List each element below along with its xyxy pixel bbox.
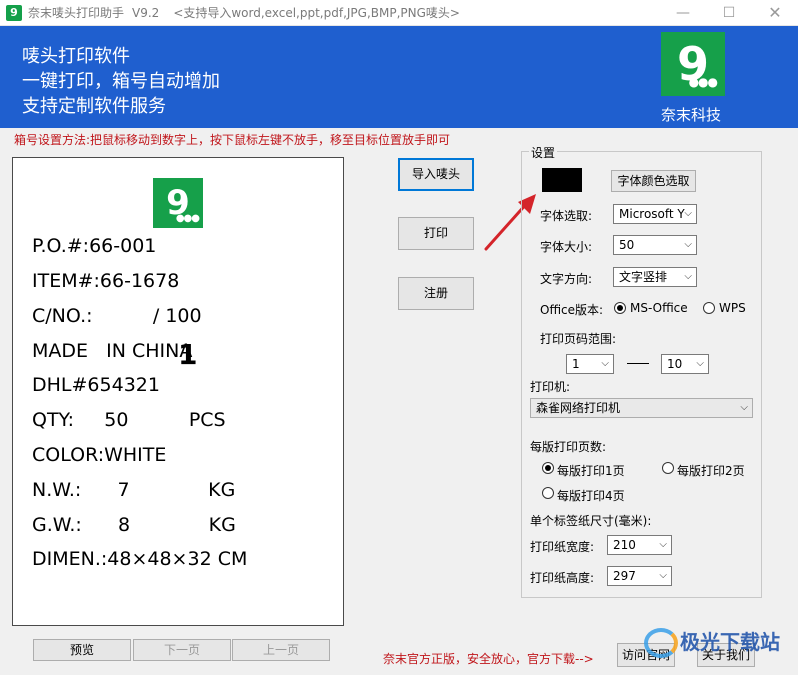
label-line-qty: QTY: 50 PCS — [32, 409, 226, 431]
maximize-button[interactable]: ☐ — [706, 0, 752, 26]
per-sheet-4-label[interactable]: 每版打印4页 — [557, 487, 625, 504]
page-range-from-value: 1 — [572, 357, 580, 371]
app-title: 奈末唛头打印助手 — [28, 6, 125, 20]
watermark-logo-icon — [644, 628, 678, 658]
label-line-cno: C/NO.: / 100 — [32, 305, 202, 327]
page-range-to-select[interactable]: 10 ⌵ — [661, 354, 709, 374]
brand-logo-icon: 9 ●●● — [661, 32, 725, 96]
brand-name: 奈末科技 — [661, 106, 722, 124]
label-line-made-in: MADE IN CHINA — [32, 340, 193, 362]
label-line-gw: G.W.: 8 KG — [32, 514, 236, 536]
size-label: 字体大小: — [540, 240, 593, 254]
watermark: 极光下载站 — [640, 622, 798, 675]
font-color-swatch — [542, 168, 582, 192]
office-label: Office版本: — [540, 303, 604, 317]
direction-label: 文字方向: — [540, 272, 593, 286]
chevron-down-icon: ⌵ — [659, 570, 667, 581]
label-line-po: P.O.#:66-001 — [32, 235, 157, 257]
paper-width-label: 打印纸宽度: — [530, 540, 595, 554]
app-version: V9.2 — [132, 6, 160, 20]
paper-width-value: 210 — [613, 538, 636, 552]
close-button[interactable]: ✕ — [752, 0, 798, 26]
font-label: 字体选取: — [540, 209, 593, 223]
per-sheet-4-radio[interactable] — [542, 487, 554, 499]
label-line-nw: N.W.: 7 KG — [32, 479, 236, 501]
printer-select-value: 森雀网络打印机 — [536, 401, 621, 415]
paper-size-label: 单个标签纸尺寸(毫米): — [530, 514, 652, 528]
app-icon: 9 — [6, 5, 22, 21]
next-page-button[interactable]: 下一页 — [133, 639, 231, 661]
window-title: 奈末唛头打印助手 V9.2 <支持导入word,excel,ppt,pdf,JPG,… — [28, 4, 460, 21]
label-line-item: ITEM#:66-1678 — [32, 270, 180, 292]
header-banner: 唛头打印软件 一键打印，箱号自动增加 支持定制软件服务 9 ●●● 奈末科技 — [0, 26, 798, 128]
office-ms-label[interactable]: MS-Office — [630, 301, 688, 315]
size-select-value: 50 — [619, 238, 635, 252]
office-wps-label[interactable]: WPS — [719, 301, 746, 315]
title-bar: 9 奈末唛头打印助手 V9.2 <支持导入word,excel,ppt,pdf,JP… — [0, 0, 798, 26]
per-sheet-1-radio[interactable] — [542, 462, 554, 474]
banner-line-2: 一键打印，箱号自动增加 — [22, 71, 220, 92]
app-subtitle: <支持导入word,excel,ppt,pdf,JPG,BMP,PNG唛头> — [173, 6, 460, 20]
label-line-dhl: DHL#654321 — [32, 374, 160, 396]
preview-button[interactable]: 预览 — [33, 639, 131, 661]
page-range-label: 打印页码范围: — [540, 332, 617, 346]
import-label-button[interactable]: 导入唛头 — [398, 158, 474, 191]
paper-height-value: 297 — [613, 569, 636, 583]
per-sheet-label: 每版打印页数: — [530, 440, 607, 454]
size-select[interactable]: 50 ⌵ — [613, 235, 697, 255]
official-note: 奈末官方正版，安全放心，官方下载--> — [383, 652, 594, 666]
font-select[interactable]: Microsoft Y ⌵ — [613, 204, 697, 224]
range-dash — [627, 363, 649, 364]
banner-line-1: 唛头打印软件 — [22, 46, 130, 67]
chevron-down-icon: ⌵ — [740, 402, 748, 413]
chevron-down-icon: ⌵ — [696, 358, 704, 369]
label-line-color: COLOR:WHITE — [32, 444, 167, 466]
label-preview[interactable]: 9 ●●● P.O.#:66-001 ITEM#:66-1678 C/NO.: … — [12, 157, 344, 626]
page-range-to-value: 10 — [667, 357, 683, 371]
paper-height-select[interactable]: 297 ⌵ — [607, 566, 672, 586]
watermark-text: 极光下载站 — [680, 630, 780, 654]
label-logo-icon: 9 ●●● — [153, 178, 203, 228]
label-logo-dots: ●●● — [175, 213, 200, 224]
box-number-draggable[interactable]: 1 — [178, 338, 197, 371]
office-ms-radio[interactable] — [614, 302, 626, 314]
register-button[interactable]: 注册 — [398, 277, 474, 310]
banner-line-3: 支持定制软件服务 — [22, 96, 166, 117]
paper-height-label: 打印纸高度: — [530, 571, 595, 585]
font-color-button[interactable]: 字体颜色选取 — [611, 170, 696, 192]
prev-page-button[interactable]: 上一页 — [232, 639, 330, 661]
per-sheet-2-label[interactable]: 每版打印2页 — [677, 462, 745, 479]
chevron-down-icon: ⌵ — [684, 239, 692, 250]
direction-select[interactable]: 文字竖排 ⌵ — [613, 267, 697, 287]
chevron-down-icon: ⌵ — [601, 358, 609, 369]
chevron-down-icon: ⌵ — [684, 208, 692, 219]
print-button[interactable]: 打印 — [398, 217, 474, 250]
settings-group-title: 设置 — [529, 144, 558, 161]
font-select-value: Microsoft Y — [619, 207, 685, 221]
paper-width-select[interactable]: 210 ⌵ — [607, 535, 672, 555]
office-wps-radio[interactable] — [703, 302, 715, 314]
chevron-down-icon: ⌵ — [659, 539, 667, 550]
chevron-down-icon: ⌵ — [684, 271, 692, 282]
page-range-from-select[interactable]: 1 ⌵ — [566, 354, 614, 374]
box-number-instruction: 箱号设置方法:把鼠标移动到数字上，按下鼠标左键不放手，移至目标位置放手即可 — [14, 133, 451, 147]
printer-select[interactable]: 森雀网络打印机 ⌵ — [530, 398, 753, 418]
per-sheet-1-label[interactable]: 每版打印1页 — [557, 462, 625, 479]
label-line-dimen: DIMEN.:48×48×32 CM — [32, 548, 248, 570]
direction-select-value: 文字竖排 — [619, 270, 668, 284]
minimize-button[interactable]: — — [660, 0, 706, 26]
per-sheet-2-radio[interactable] — [662, 462, 674, 474]
printer-label: 打印机: — [530, 380, 571, 394]
